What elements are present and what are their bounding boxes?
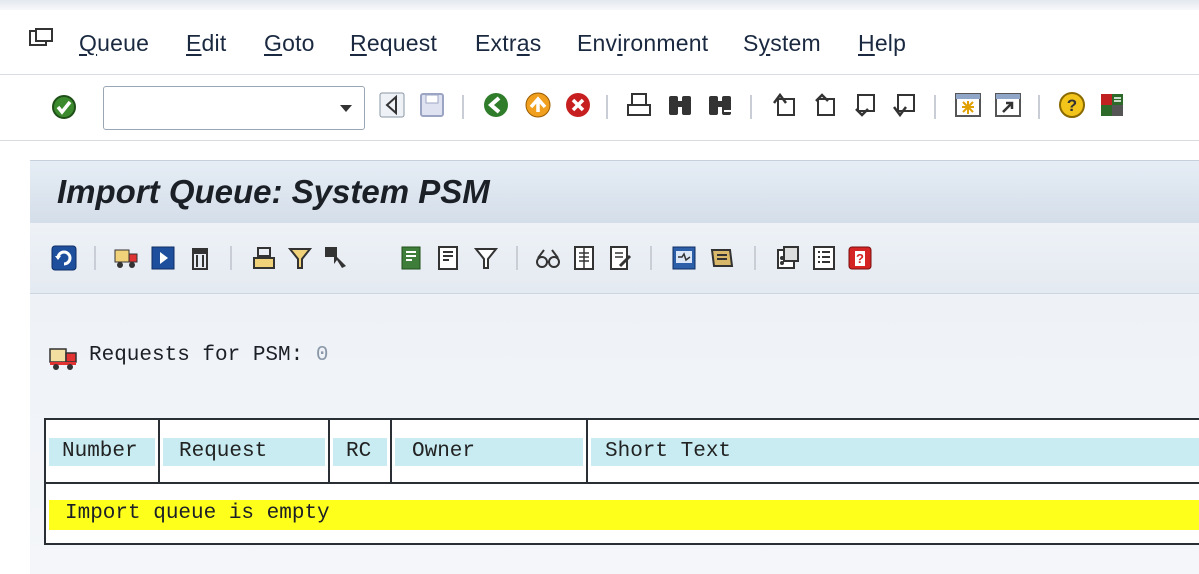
window-top-strip [0, 0, 1199, 10]
alert-icon[interactable]: ? [846, 244, 874, 272]
toolbar-separator [934, 95, 936, 119]
back-icon[interactable] [378, 91, 406, 119]
select-block-icon[interactable] [398, 244, 426, 272]
document-icon[interactable] [570, 244, 598, 272]
column-header-short-text[interactable]: Short Text [588, 420, 1199, 482]
column-header-number[interactable]: Number [46, 420, 160, 482]
document-edit-icon[interactable] [606, 244, 634, 272]
move-icon[interactable] [250, 244, 278, 272]
standard-toolbar: ? [0, 76, 1199, 138]
set-filter-icon[interactable] [472, 244, 500, 272]
menu-queue[interactable]: Queue [79, 30, 149, 57]
logs-icon[interactable] [774, 244, 802, 272]
content-area: Requests for PSM: 0 Number Request RC Ow… [30, 294, 1199, 574]
shortcut-icon[interactable] [994, 91, 1022, 119]
start-import-icon[interactable] [149, 244, 177, 272]
next-page-icon[interactable] [850, 91, 878, 119]
system-menu-icon[interactable] [28, 28, 54, 50]
toolbar-separator [606, 95, 608, 119]
column-header-rc[interactable]: RC [330, 420, 392, 482]
svg-text:?: ? [856, 251, 864, 266]
list-icon[interactable] [810, 244, 838, 272]
save-icon[interactable] [418, 91, 446, 119]
delete-icon[interactable] [186, 244, 214, 272]
toolbar-separator [94, 246, 96, 270]
first-page-icon[interactable] [770, 91, 798, 119]
print-icon[interactable] [625, 91, 653, 119]
toolbar-separator [754, 246, 756, 270]
deselect-icon[interactable] [435, 244, 463, 272]
create-session-icon[interactable] [954, 91, 982, 119]
previous-page-icon[interactable] [810, 91, 838, 119]
enter-icon[interactable] [50, 93, 78, 121]
toolbar-separator [462, 95, 464, 119]
truck-icon [49, 348, 77, 370]
command-input[interactable] [110, 93, 324, 125]
menu-edit[interactable]: Edit [186, 30, 226, 57]
svg-text:?: ? [1067, 96, 1077, 115]
menu-extras[interactable]: Extras [475, 30, 541, 57]
select-icon[interactable] [322, 244, 350, 272]
toolbar-separator [1038, 95, 1040, 119]
command-field[interactable] [103, 86, 365, 130]
column-header-request[interactable]: Request [160, 420, 330, 482]
find-icon[interactable] [666, 91, 694, 119]
last-page-icon[interactable] [890, 91, 918, 119]
menu-environment[interactable]: Environment [577, 30, 708, 57]
requests-label: Requests for PSM: [89, 344, 304, 367]
exit-icon[interactable] [524, 91, 552, 119]
chevron-down-icon[interactable] [340, 105, 352, 112]
toolbar-separator [650, 246, 652, 270]
menu-help[interactable]: Help [858, 30, 906, 57]
customize-layout-icon[interactable] [1098, 91, 1126, 119]
empty-queue-message: Import queue is empty [65, 502, 330, 525]
cancel-icon[interactable] [564, 91, 592, 119]
filter-icon[interactable] [286, 244, 314, 272]
find-next-icon[interactable] [706, 91, 734, 119]
glasses-icon[interactable] [534, 244, 562, 272]
application-toolbar: ? [30, 223, 1199, 294]
title-bar: Import Queue: System PSM [30, 160, 1199, 223]
requests-summary: Requests for PSM: 0 [89, 344, 328, 367]
menu-system[interactable]: System [743, 30, 821, 57]
toolbar-separator [230, 246, 232, 270]
menu-separator [0, 74, 1199, 75]
refresh-icon[interactable] [50, 244, 78, 272]
menu-request[interactable]: Request [350, 30, 437, 57]
import-queue-table: Number Request RC Owner Short Text Impor… [44, 418, 1199, 545]
toolbar-separator [516, 246, 518, 270]
toolbar-separator [750, 95, 752, 119]
column-header-owner[interactable]: Owner [392, 420, 588, 482]
back-green-icon[interactable] [482, 91, 510, 119]
menu-bar: Queue Edit Goto Request Extras Environme… [0, 10, 1199, 74]
table-header: Number Request RC Owner Short Text [46, 420, 1199, 484]
import-truck-icon[interactable] [112, 244, 140, 272]
table-header-border [46, 482, 1199, 484]
page-title: Import Queue: System PSM [57, 173, 490, 210]
requests-count: 0 [315, 344, 329, 367]
table-row-empty: Import queue is empty [49, 500, 1199, 530]
truck-log-icon[interactable] [708, 244, 736, 272]
monitor-icon[interactable] [670, 244, 698, 272]
toolbar-bottom-separator [0, 140, 1199, 141]
help-icon[interactable]: ? [1058, 91, 1086, 119]
menu-goto[interactable]: Goto [264, 30, 315, 57]
